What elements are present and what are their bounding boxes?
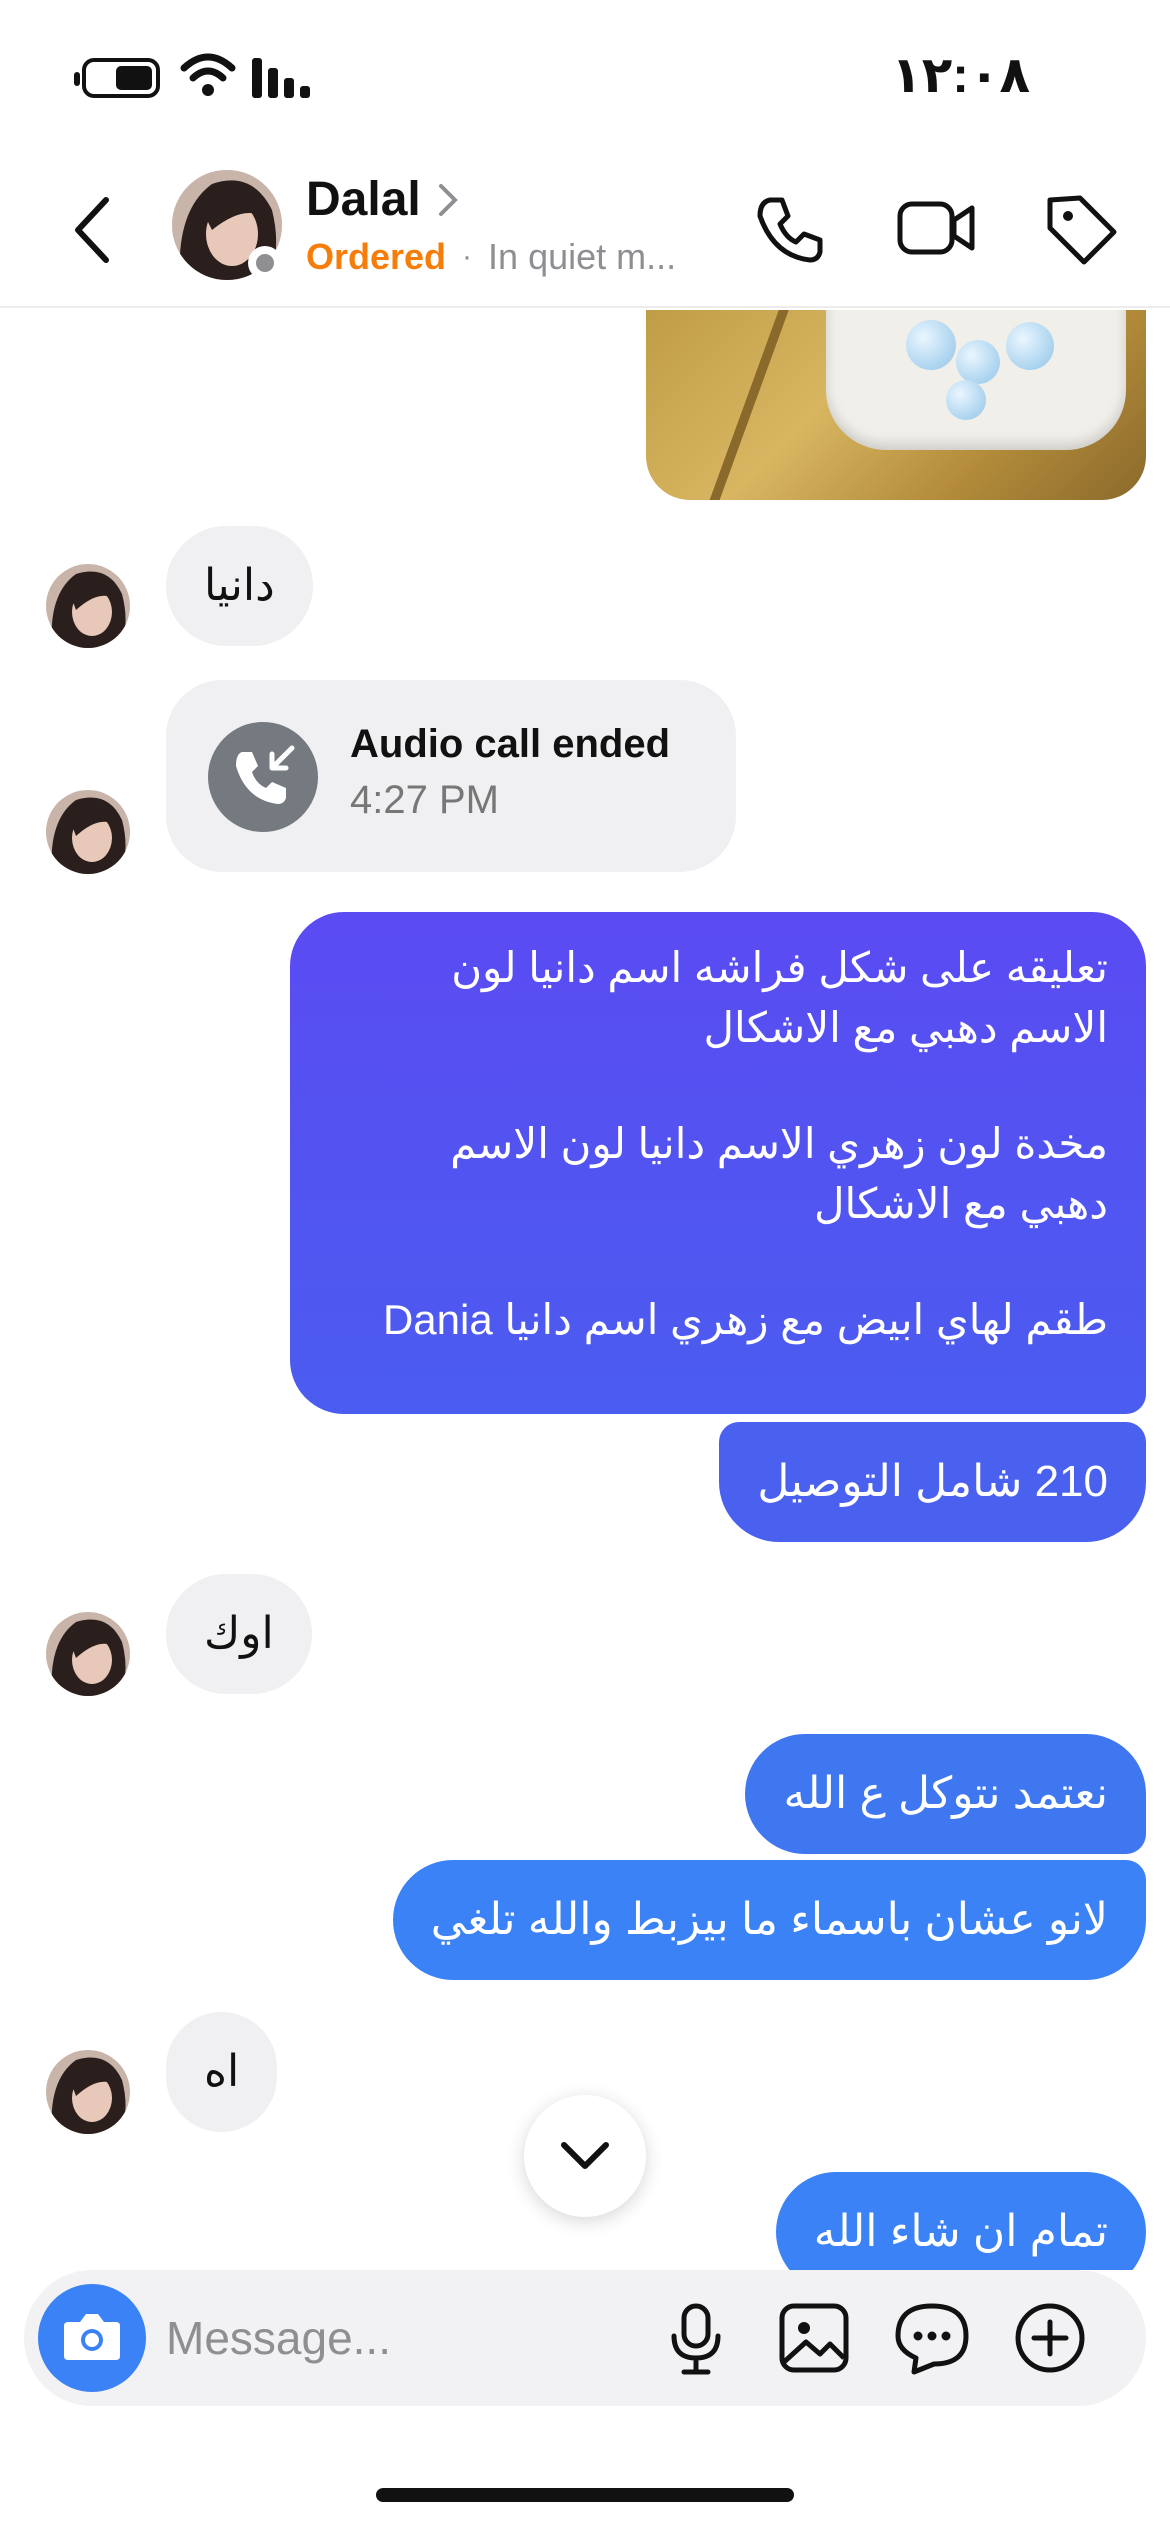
contact-avatar[interactable]: [46, 2050, 130, 2134]
missed-call-icon: [208, 722, 318, 832]
signal-icon: [252, 58, 310, 98]
microphone-icon[interactable]: [654, 2296, 738, 2380]
message-line: طقم لهاي ابيض مع زهري اسم دانيا Dania: [382, 1296, 1108, 1343]
battery-icon: [74, 58, 160, 98]
tag-icon[interactable]: [1040, 186, 1124, 270]
incoming-message[interactable]: اوك: [166, 1574, 312, 1694]
camera-button[interactable]: [38, 2284, 146, 2392]
call-summary-card[interactable]: Audio call ended 4:27 PM: [166, 680, 736, 872]
contact-name: Dalal: [306, 173, 421, 226]
incoming-message[interactable]: اه: [166, 2012, 278, 2132]
shared-photo[interactable]: [646, 310, 1146, 500]
call-title: Audio call ended: [350, 722, 671, 766]
contact-subtitle: Ordered · In quiet m...: [306, 236, 676, 278]
message-line: دهبي مع الاشكال: [813, 1180, 1108, 1227]
camera-icon: [64, 2314, 120, 2360]
outgoing-message[interactable]: 210 شامل التوصيل: [719, 1422, 1146, 1542]
call-time: 4:27 PM: [350, 778, 499, 822]
status-bar: ١٢:٠٨: [0, 0, 1170, 150]
ordered-label: Ordered: [306, 236, 447, 277]
contact-avatar[interactable]: [46, 1612, 130, 1696]
outgoing-message[interactable]: تعليقه على شكل فراشه اسم دانيا لون الاسم…: [290, 912, 1146, 1414]
scroll-to-bottom-button[interactable]: [524, 2095, 646, 2217]
chevron-right-icon: [438, 183, 458, 216]
contact-avatar[interactable]: [46, 564, 130, 648]
gallery-icon[interactable]: [772, 2296, 856, 2380]
outgoing-message[interactable]: تمام ان شاء الله: [775, 2172, 1146, 2270]
chat-header: Dalal Ordered · In quiet m...: [0, 150, 1170, 308]
sticker-chat-icon[interactable]: [890, 2296, 974, 2380]
separator: ·: [462, 240, 473, 273]
message-list[interactable]: دانيا Audio call ended 4:27 PM تعليقه عل…: [0, 310, 1170, 2270]
presence-indicator: [248, 246, 282, 280]
message-line: تعليقه على شكل فراشه اسم دانيا لون: [451, 944, 1108, 991]
back-icon[interactable]: [62, 190, 122, 270]
message-composer: [24, 2270, 1146, 2406]
contact-name-row[interactable]: Dalal: [306, 172, 459, 227]
message-input[interactable]: [166, 2292, 606, 2384]
clock: ١٢:٠٨: [891, 47, 1030, 103]
message-line: الاسم دهبي مع الاشكال: [703, 1004, 1108, 1051]
video-call-icon[interactable]: [894, 186, 978, 270]
wifi-icon: [180, 53, 236, 96]
outgoing-message[interactable]: نعتمد نتوكل ع الله: [745, 1734, 1146, 1854]
contact-avatar[interactable]: [46, 790, 130, 874]
plus-icon[interactable]: [1008, 2296, 1092, 2380]
chevron-down-icon: [561, 2142, 609, 2169]
message-line: [328, 1058, 1108, 1114]
incoming-message[interactable]: دانيا: [166, 526, 313, 646]
message-line: [328, 1234, 1108, 1290]
outgoing-message[interactable]: لانو عشان باسماء ما بيزبط والله تلغي: [392, 1860, 1146, 1980]
phone-icon[interactable]: [748, 186, 832, 270]
home-indicator[interactable]: [376, 2488, 794, 2502]
activity-status: In quiet m...: [488, 236, 677, 277]
message-line: مخدة لون زهري الاسم دانيا لون الاسم: [450, 1120, 1108, 1167]
